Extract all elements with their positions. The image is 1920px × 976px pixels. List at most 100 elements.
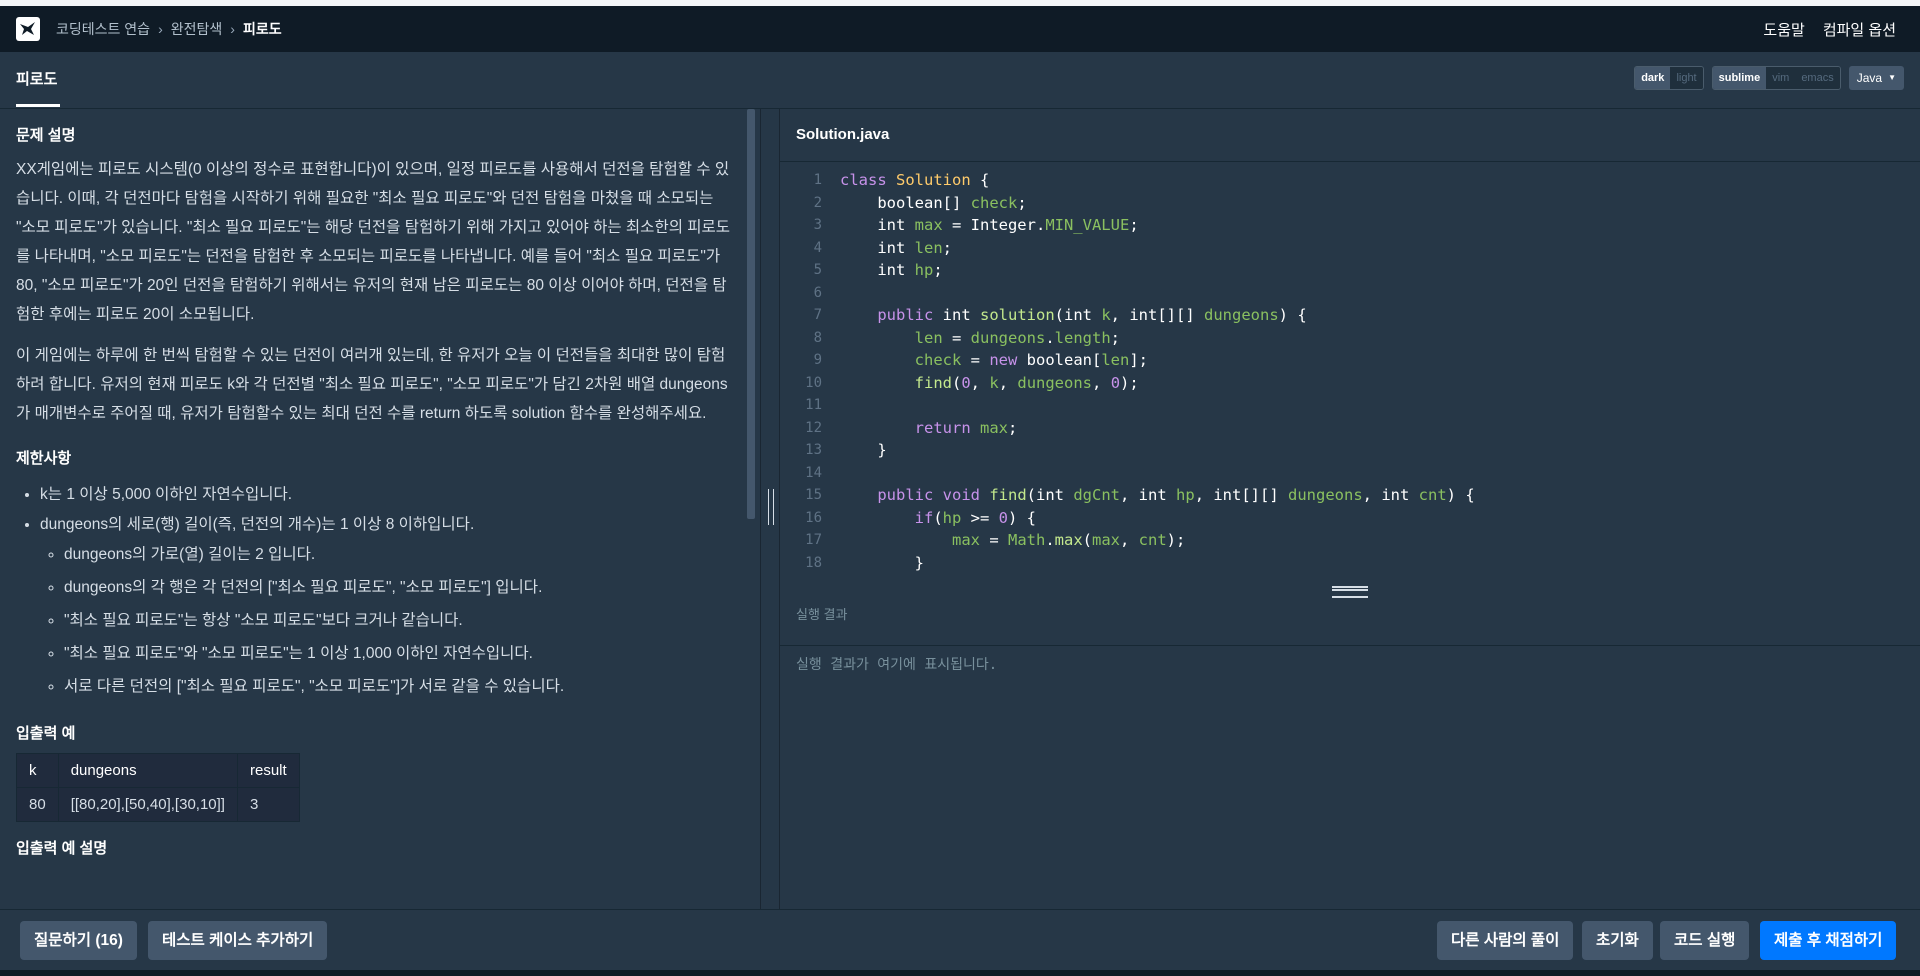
io-example-heading: 입출력 예 [16,725,76,742]
problem-paragraph: XX게임에는 피로도 시스템(0 이상의 정수로 표현합니다)이 있으며, 일정… [16,161,731,323]
sub-constraint-item: "최소 필요 피로도"는 항상 "소모 피로도"보다 크거나 같습니다. [64,604,734,637]
editor-panel: Solution.java 1 class Solution { 2 boolea… [780,109,1920,909]
keymap-sublime-button[interactable]: sublime [1712,67,1767,89]
breadcrumb-item-current: 피로도 [242,21,282,37]
result-resize-handle[interactable] [780,584,1920,598]
sub-constraints-list: dungeons의 가로(열) 길이는 2 입니다. dungeons의 각 행… [40,538,734,703]
column-header: dungeons [57,753,238,788]
line-number: 15 [805,487,822,503]
line-number: 17 [805,532,822,548]
line-number: 8 [813,329,822,346]
code-editor[interactable]: 1 class Solution { 2 boolean[] check; 3 i… [780,169,1920,584]
compile-options-link[interactable]: 컴파일 옵션 [1823,19,1896,40]
panel-splitter[interactable] [760,109,780,909]
submit-button[interactable]: 제출 후 채점하기 [1760,921,1897,960]
sub-constraint-item: dungeons의 가로(열) 길이는 2 입니다. [64,538,734,571]
line-number: 10 [805,374,822,391]
tab-active-underline [16,104,60,107]
chevron-right-icon: › [158,21,163,37]
line-number: 16 [805,509,822,526]
constraints-heading: 제한사항 [16,450,72,467]
line-number: 1 [813,172,822,188]
reset-button[interactable]: 초기화 [1582,921,1653,960]
line-number: 14 [805,464,822,481]
table-cell: 3 [236,787,300,822]
code-line: 3 int max = Integer.MIN_VALUE; [780,214,1920,237]
sub-constraint-item: "최소 필요 피로도"와 "소모 피로도"는 1 이상 1,000 이하인 자연… [64,637,734,670]
bottom-action-bar: 질문하기 (16) 테스트 케이스 추가하기 다른 사람의 풀이 초기화 코드 … [0,909,1920,971]
code-line: 1 class Solution { [780,169,1920,192]
line-number: 13 [805,442,822,458]
problem-scrollbar[interactable] [747,109,755,519]
code-line: 9 check = new boolean[len]; [780,349,1920,372]
table-row: 80 [[80,20],[50,40],[30,10]] 3 [16,787,300,822]
breadcrumb: 코딩테스트 연습 › 완전탐색 › 피로도 [56,19,282,39]
keymap-toggle: sublime vim emacs [1711,66,1841,90]
keymap-emacs-button[interactable]: emacs [1795,67,1840,89]
code-line: 4 int len; [780,237,1920,260]
io-explanation-heading: 입출력 예 설명 [16,840,108,857]
drag-handle-icon[interactable] [1332,586,1368,598]
constraint-item: dungeons의 세로(행) 길이(즉, 던전의 개수)는 1 이상 8 이하… [40,511,734,703]
line-number: 2 [813,194,822,211]
line-number: 5 [813,262,822,278]
table-cell: [[80,20],[50,40],[30,10]] [57,787,238,822]
others-solution-button[interactable]: 다른 사람의 풀이 [1437,921,1574,960]
line-number: 4 [813,239,822,256]
splitter-grip-icon[interactable] [768,489,774,525]
constraint-text: dungeons의 세로(행) 길이(즉, 던전의 개수)는 1 이상 8 이하… [40,516,475,533]
language-select[interactable]: Java ▼ [1848,66,1904,90]
line-number: 6 [813,284,822,301]
editor-controls: dark light sublime vim emacs Java ▼ [1634,66,1904,90]
sub-constraint-item: dungeons의 각 행은 각 던전의 ["최소 필요 피로도", "소모 피… [64,571,734,604]
add-testcase-button[interactable]: 테스트 케이스 추가하기 [148,921,328,960]
constraints-list: k는 1 이상 5,000 이하인 자연수입니다. dungeons의 세로(행… [16,478,734,703]
problem-paragraph: 이 게임에는 하루에 한 번씩 탐험할 수 있는 던전이 여러개 있는데, 한 … [16,347,728,422]
code-line: 10 find(0, k, dungeons, 0); [780,372,1920,395]
code-line: 15 public void find(int dgCnt, int hp, i… [780,484,1920,507]
code-line: 5 int hp; [780,259,1920,282]
constraint-item: k는 1 이상 5,000 이하인 자연수입니다. [40,478,734,511]
sub-constraint-item: 서로 다른 던전의 ["최소 필요 피로도", "소모 피로도"]가 서로 같을… [64,670,734,703]
language-select-value: Java [1856,71,1883,85]
top-navbar: 코딩테스트 연습 › 완전탐색 › 피로도 도움말 컴파일 옵션 [0,6,1920,52]
code-line: 18 } [780,552,1920,575]
run-code-button[interactable]: 코드 실행 [1660,921,1750,960]
line-number: 18 [805,554,822,571]
logo-icon[interactable] [16,17,40,41]
code-line: 17 max = Math.max(max, cnt); [780,529,1920,552]
line-number: 11 [805,397,822,413]
code-line: 13 } [780,439,1920,462]
theme-toggle: dark light [1634,66,1704,90]
breadcrumb-item-coding-test[interactable]: 코딩테스트 연습 [56,19,150,39]
line-number: 3 [813,217,822,233]
line-number: 9 [813,352,822,368]
chevron-right-icon: › [230,21,235,37]
problem-panel: 문제 설명 XX게임에는 피로도 시스템(0 이상의 정수로 표현합니다)이 있… [0,109,760,909]
code-line: 16 if(hp >= 0) { [780,507,1920,530]
problem-description-heading: 문제 설명 [16,127,76,144]
file-tab: Solution.java [780,109,1920,162]
ask-question-button[interactable]: 질문하기 (16) [20,921,137,960]
column-header: result [236,753,300,788]
breadcrumb-item-category[interactable]: 완전탐색 [171,19,223,39]
theme-light-button[interactable]: light [1670,67,1703,89]
result-output: 실행 결과가 여기에 표시됩니다. [796,657,998,673]
io-example-table: k dungeons result 80 [[80,20],[50,40],[3… [16,753,300,822]
table-cell: 80 [16,787,59,822]
code-line: 6 [780,282,1920,305]
header-row: 피로도 dark light sublime vim emacs Java ▼ [0,52,1920,109]
keymap-vim-button[interactable]: vim [1766,67,1796,89]
tab-problem-title[interactable]: 피로도 [16,52,57,108]
code-line: 2 boolean[] check; [780,192,1920,215]
help-link[interactable]: 도움말 [1763,19,1804,40]
line-number: 7 [813,307,822,323]
code-line: 14 [780,462,1920,485]
file-name[interactable]: Solution.java [796,109,889,161]
theme-dark-button[interactable]: dark [1635,67,1671,89]
code-line: 7 public int solution(int k, int[][] dun… [780,304,1920,327]
code-line: 12 return max; [780,417,1920,440]
result-title: 실행 결과 [796,607,848,622]
table-header-row: k dungeons result [16,753,300,788]
column-header: k [16,753,59,788]
